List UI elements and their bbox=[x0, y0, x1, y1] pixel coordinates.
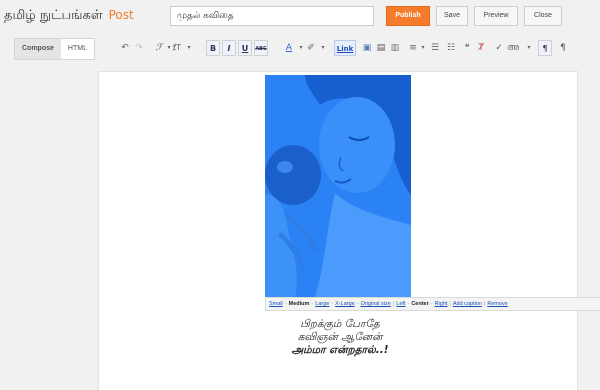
tab-html[interactable]: HTML bbox=[61, 39, 94, 59]
ltr-direction-icon[interactable]: ¶ bbox=[538, 40, 552, 56]
top-bar: தமிழ் நுட்பங்கள் Post Publish Save Previe… bbox=[0, 0, 600, 34]
portrait-illustration bbox=[265, 75, 411, 297]
add-caption-link[interactable]: Add caption bbox=[453, 301, 482, 307]
strikethrough-button[interactable]: ABC bbox=[254, 40, 268, 56]
size-small-link[interactable]: Small bbox=[269, 301, 283, 307]
spell-check-icon[interactable]: ✓ bbox=[492, 40, 506, 56]
tab-compose[interactable]: Compose bbox=[15, 39, 61, 59]
size-original-link[interactable]: Original size bbox=[361, 301, 391, 307]
link-button[interactable]: Link bbox=[334, 40, 356, 56]
rtl-direction-icon[interactable]: ¶ bbox=[556, 40, 570, 56]
poem-line: அம்மா என்றதால்..! bbox=[291, 344, 389, 356]
align-right-link[interactable]: Right bbox=[435, 301, 448, 307]
chevron-down-icon[interactable]: ▾ bbox=[522, 40, 536, 56]
insert-image-icon[interactable]: ▣ bbox=[360, 40, 374, 56]
size-xlarge-link[interactable]: X-Large bbox=[335, 301, 355, 307]
mode-tabs: Compose HTML bbox=[14, 38, 95, 60]
quote-icon[interactable]: ❝ bbox=[460, 40, 474, 56]
bulleted-list-icon[interactable]: ☷ bbox=[444, 40, 458, 56]
align-center-selected[interactable]: Center bbox=[411, 301, 428, 307]
poem-line: கவிஞன் ஆனேன் bbox=[297, 331, 383, 343]
image-options-bar: Small - Medium - Large - X-Large - Original size… bbox=[265, 297, 600, 311]
underline-button[interactable]: U bbox=[238, 40, 252, 56]
publish-button[interactable]: Publish bbox=[386, 6, 430, 26]
insert-video-icon[interactable]: ▤ bbox=[374, 40, 388, 56]
chevron-down-icon[interactable]: ▾ bbox=[182, 40, 196, 56]
numbered-list-icon[interactable]: ☰ bbox=[428, 40, 442, 56]
align-left-link[interactable]: Left bbox=[396, 301, 405, 307]
preview-button[interactable]: Preview bbox=[474, 6, 518, 26]
close-button[interactable]: Close bbox=[524, 6, 562, 26]
chevron-down-icon[interactable]: ▾ bbox=[316, 40, 330, 56]
redo-icon[interactable]: ↷ bbox=[132, 40, 146, 56]
size-large-link[interactable]: Large bbox=[315, 301, 329, 307]
post-body-text[interactable]: பிறக்கும் போதே கவிஞன் ஆனேன் அம்மா என்றதா… bbox=[240, 318, 440, 357]
poem-line: பிறக்கும் போதே bbox=[300, 318, 380, 330]
insert-jump-break-icon[interactable]: ▥ bbox=[388, 40, 402, 56]
italic-button[interactable]: I bbox=[222, 40, 236, 56]
editor-toolbar: Compose HTML ↶ ↷ ℱ ▾ ⱦT ▾ B I U ABC A ▾ … bbox=[0, 34, 600, 62]
section-label: Post bbox=[108, 8, 134, 22]
post-image[interactable] bbox=[265, 75, 411, 297]
input-tools-icon[interactable]: അ bbox=[506, 40, 520, 56]
blog-name[interactable]: தமிழ் நுட்பங்கள் bbox=[4, 8, 103, 23]
size-medium-selected[interactable]: Medium bbox=[289, 301, 310, 307]
undo-icon[interactable]: ↶ bbox=[118, 40, 132, 56]
remove-image-link[interactable]: Remove bbox=[487, 301, 507, 307]
save-button[interactable]: Save bbox=[436, 6, 468, 26]
clear-formatting-icon[interactable]: Ⱦ bbox=[474, 40, 488, 56]
blog-title[interactable]: தமிழ் நுட்பங்கள் Post bbox=[4, 8, 134, 24]
bold-button[interactable]: B bbox=[206, 40, 220, 56]
post-title-input[interactable] bbox=[170, 6, 374, 26]
